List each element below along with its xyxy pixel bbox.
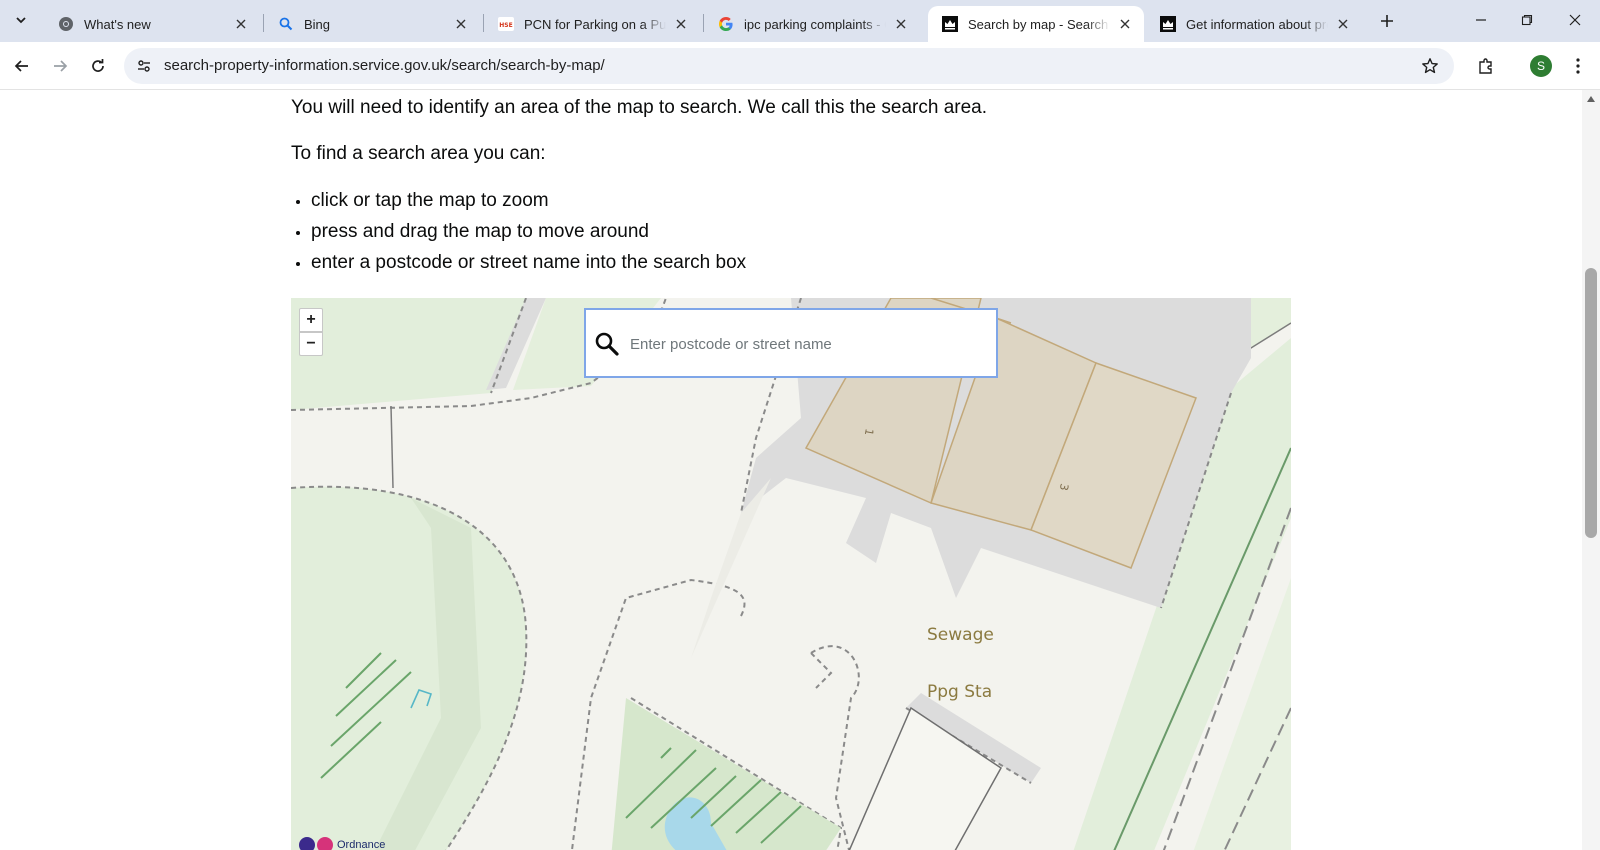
search-icon bbox=[278, 16, 294, 32]
map-area-grass bbox=[291, 298, 526, 410]
svg-text:HSE: HSE bbox=[499, 22, 512, 29]
hse-icon: HSE bbox=[498, 16, 514, 32]
zoom-in-button[interactable]: + bbox=[299, 308, 323, 332]
close-icon[interactable] bbox=[892, 15, 910, 33]
tab-title: ipc parking complaints - Google Search bbox=[744, 16, 886, 32]
forward-button[interactable] bbox=[46, 52, 74, 80]
url-text: search-property-information.service.gov.… bbox=[164, 57, 605, 74]
tab-search-button[interactable] bbox=[8, 7, 34, 33]
tab-title: Bing bbox=[304, 16, 446, 32]
tab-google-search[interactable]: ipc parking complaints - Google Search bbox=[704, 6, 920, 42]
arrow-left-icon bbox=[14, 60, 28, 72]
close-icon bbox=[1569, 14, 1581, 26]
minimize-button[interactable] bbox=[1458, 0, 1504, 40]
close-icon[interactable] bbox=[232, 15, 250, 33]
back-button[interactable] bbox=[8, 52, 36, 80]
close-icon[interactable] bbox=[1334, 15, 1352, 33]
reload-button[interactable] bbox=[84, 52, 112, 80]
bookmark-star-icon[interactable] bbox=[1420, 56, 1440, 76]
close-icon[interactable] bbox=[672, 15, 690, 33]
tab-title: Get information about property and land bbox=[1186, 16, 1328, 32]
map-canvas[interactable]: 1 3 + − Sewage Ppg Sta Ordnance bbox=[291, 298, 1291, 850]
list-item: press and drag the map to move around bbox=[311, 219, 746, 250]
address-bar[interactable]: search-property-information.service.gov.… bbox=[124, 48, 1454, 84]
tab-whats-new[interactable]: What's new bbox=[44, 6, 260, 42]
lead-text: To find a search area you can: bbox=[291, 143, 546, 164]
instructions-list: click or tap the map to zoom press and d… bbox=[311, 188, 746, 281]
map-label-pumping-station: Ppg Sta bbox=[927, 682, 993, 702]
google-icon bbox=[718, 16, 734, 32]
tab-strip: What's new Bing HSE PCN for Parking on a… bbox=[0, 0, 1600, 42]
restore-icon bbox=[1521, 14, 1533, 26]
tab-title: Search by map - Search for land and prop… bbox=[968, 16, 1110, 32]
list-item: click or tap the map to zoom bbox=[311, 188, 746, 219]
tab-title: PCN for Parking on a Public Road bbox=[524, 16, 666, 32]
scrollbar-thumb[interactable] bbox=[1585, 268, 1597, 538]
crown-icon bbox=[1160, 16, 1176, 32]
tab-search-by-map[interactable]: Search by map - Search for land and prop… bbox=[928, 6, 1144, 42]
tab-get-information[interactable]: Get information about property and land bbox=[1146, 6, 1362, 42]
map-line bbox=[390, 405, 394, 489]
tab-bing[interactable]: Bing bbox=[264, 6, 480, 42]
caret-up-icon bbox=[1587, 96, 1595, 102]
tab-pcn-parking[interactable]: HSE PCN for Parking on a Public Road bbox=[484, 6, 700, 42]
site-info-icon[interactable] bbox=[134, 56, 154, 76]
new-tab-button[interactable] bbox=[1374, 8, 1400, 34]
close-icon[interactable] bbox=[452, 15, 470, 33]
page-scrollbar[interactable] bbox=[1582, 90, 1600, 850]
restore-button[interactable] bbox=[1504, 0, 1550, 40]
puzzle-icon bbox=[1479, 58, 1492, 74]
minimize-icon bbox=[1476, 19, 1486, 21]
chrome-icon bbox=[58, 16, 74, 32]
extensions-button[interactable] bbox=[1472, 52, 1500, 80]
kebab-menu-icon bbox=[1576, 58, 1580, 74]
crown-icon bbox=[942, 16, 958, 32]
map-label-sewage: Sewage bbox=[927, 625, 994, 645]
scroll-up-arrow[interactable] bbox=[1586, 94, 1596, 104]
map-attribution: Ordnance bbox=[337, 839, 386, 850]
os-logo-mark bbox=[317, 837, 333, 850]
window-close-button[interactable] bbox=[1552, 0, 1598, 40]
profile-avatar[interactable]: S bbox=[1530, 55, 1552, 77]
ordnance-survey-logo: Ordnance bbox=[299, 836, 385, 850]
browser-toolbar: search-property-information.service.gov.… bbox=[0, 42, 1600, 90]
search-icon bbox=[595, 332, 619, 356]
page-viewport: You will need to identify an area of the… bbox=[0, 90, 1582, 850]
chevron-down-icon bbox=[16, 17, 26, 24]
plus-icon bbox=[1381, 15, 1393, 27]
os-logo-mark bbox=[299, 837, 315, 850]
map-search-box bbox=[584, 308, 998, 378]
tab-title: What's new bbox=[84, 16, 226, 32]
close-icon[interactable] bbox=[1116, 15, 1134, 33]
zoom-out-button[interactable]: − bbox=[299, 332, 323, 356]
browser-menu-button[interactable] bbox=[1564, 52, 1592, 80]
map-tiles: 1 3 bbox=[291, 298, 1291, 850]
list-item: enter a postcode or street name into the… bbox=[311, 250, 746, 281]
intro-text: You will need to identify an area of the… bbox=[291, 97, 988, 118]
arrow-right-icon bbox=[54, 60, 68, 72]
map-search-input[interactable] bbox=[630, 328, 980, 360]
reload-icon bbox=[92, 59, 104, 72]
